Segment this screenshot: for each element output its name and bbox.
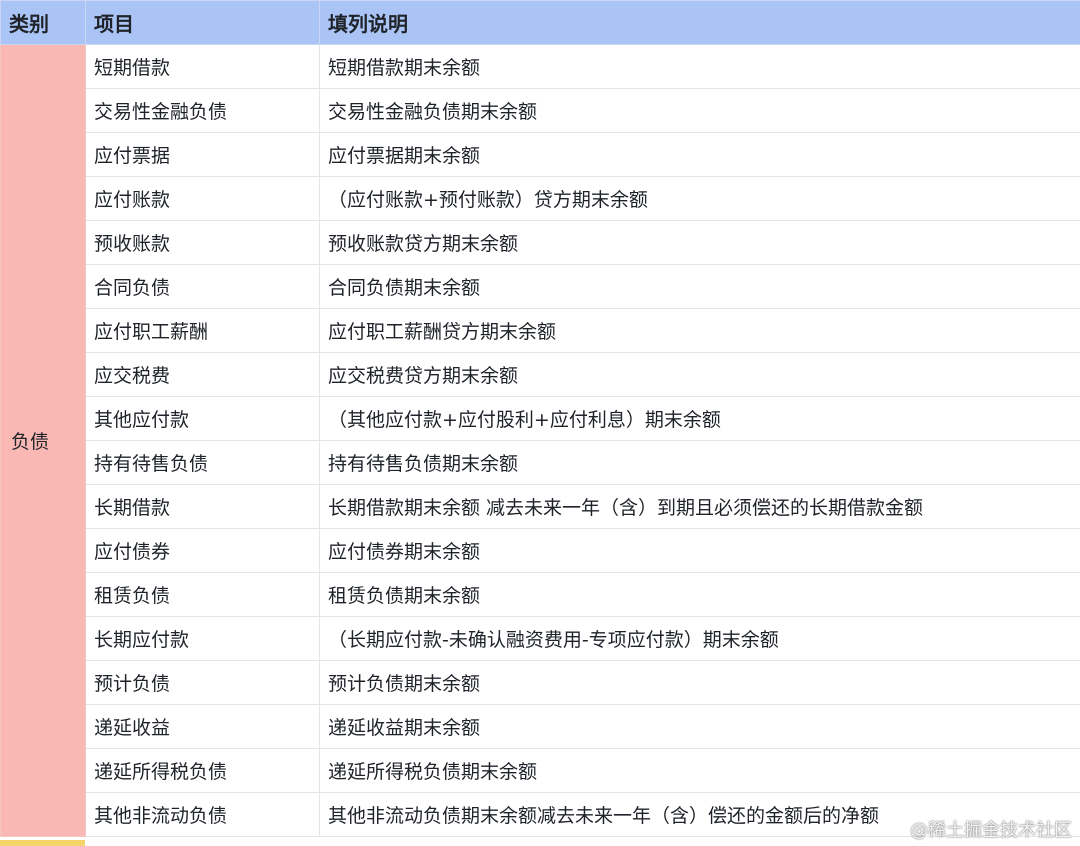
item-cell: 预计负债 — [85, 660, 320, 705]
description-cell: （长期应付款-未确认融资费用-专项应付款）期末余额 — [319, 616, 1080, 661]
item-cell: 应付票据 — [85, 132, 320, 177]
table-row: 应交税费 应交税费贷方期末余额 — [1, 352, 1080, 397]
item-cell: 应付债券 — [85, 528, 320, 573]
item-cell: 预收账款 — [85, 220, 320, 265]
header-description: 填列说明 — [319, 0, 1080, 45]
description-cell: 应交税费贷方期末余额 — [319, 352, 1080, 397]
item-cell: 其他非流动负债 — [85, 792, 320, 837]
description-cell: 租赁负债期末余额 — [319, 572, 1080, 617]
table-row: 长期应付款 （长期应付款-未确认融资费用-专项应付款）期末余额 — [1, 616, 1080, 661]
table-header-row: 类别 项目 填列说明 — [0, 0, 1080, 45]
item-cell: 应付职工薪酬 — [85, 308, 320, 353]
description-cell: 应付债券期末余额 — [319, 528, 1080, 573]
item-cell: 短期借款 — [85, 44, 320, 89]
header-category: 类别 — [0, 0, 86, 45]
item-cell: 长期应付款 — [85, 616, 320, 661]
description-cell: （应付账款+预付账款）贷方期末余额 — [319, 176, 1080, 221]
description-cell: 短期借款期末余额 — [319, 44, 1080, 89]
item-cell: 其他应付款 — [85, 396, 320, 441]
table-row: 递延收益 递延收益期末余额 — [1, 704, 1080, 749]
table-row: 递延所得税负债 递延所得税负债期末余额 — [1, 748, 1080, 793]
description-cell: 合同负债期末余额 — [319, 264, 1080, 309]
table-row: 负债 短期借款 短期借款期末余额 — [0, 44, 1080, 837]
item-cell: 持有待售负债 — [85, 440, 320, 485]
description-cell: （其他应付款+应付股利+应付利息）期末余额 — [319, 396, 1080, 441]
watermark-text: @稀土掘金技术社区 — [910, 820, 1072, 841]
table-row: 其他应付款 （其他应付款+应付股利+应付利息）期末余额 — [1, 396, 1080, 441]
item-cell: 递延收益 — [85, 704, 320, 749]
description-cell: 递延收益期末余额 — [319, 704, 1080, 749]
table-row: 应付票据 应付票据期末余额 — [1, 132, 1080, 177]
next-category-strip — [0, 840, 85, 846]
table-row: 应付职工薪酬 应付职工薪酬贷方期末余额 — [1, 308, 1080, 353]
description-cell: 长期借款期末余额 减去未来一年（含）到期且必须偿还的长期借款金额 — [319, 484, 1080, 529]
item-cell: 应付账款 — [85, 176, 320, 221]
liability-table-container: 类别 项目 填列说明 负债 短期借款 短期借款期末余额 交易性金融负债 交易性金融负债期… — [0, 0, 1080, 846]
item-cell: 递延所得税负债 — [85, 748, 320, 793]
description-cell: 应付票据期末余额 — [319, 132, 1080, 177]
item-cell: 租赁负债 — [85, 572, 320, 617]
header-item: 项目 — [85, 0, 320, 45]
table-row: 长期借款 长期借款期末余额 减去未来一年（含）到期且必须偿还的长期借款金额 — [1, 484, 1080, 529]
table-row: 预收账款 预收账款贷方期末余额 — [1, 220, 1080, 265]
table-row: 租赁负债 租赁负债期末余额 — [1, 572, 1080, 617]
table-row: 预计负债 预计负债期末余额 — [1, 660, 1080, 705]
table-row: 应付债券 应付债券期末余额 — [1, 528, 1080, 573]
item-cell: 应交税费 — [85, 352, 320, 397]
table-body: 负债 短期借款 短期借款期末余额 交易性金融负债 交易性金融负债期末余额 应付票据 应付票据… — [0, 44, 1080, 837]
table-row: 应付账款 （应付账款+预付账款）贷方期末余额 — [1, 176, 1080, 221]
table-row: 合同负债 合同负债期末余额 — [1, 264, 1080, 309]
item-cell: 长期借款 — [85, 484, 320, 529]
liability-table: 类别 项目 填列说明 负债 短期借款 短期借款期末余额 交易性金融负债 交易性金融负债期… — [0, 0, 1080, 837]
description-cell: 交易性金融负债期末余额 — [319, 88, 1080, 133]
item-cell: 合同负债 — [85, 264, 320, 309]
description-cell: 应付职工薪酬贷方期末余额 — [319, 308, 1080, 353]
description-cell: 持有待售负债期末余额 — [319, 440, 1080, 485]
description-cell: 递延所得税负债期末余额 — [319, 748, 1080, 793]
item-cell: 交易性金融负债 — [85, 88, 320, 133]
description-cell: 预收账款贷方期末余额 — [319, 220, 1080, 265]
table-row: 持有待售负债 持有待售负债期末余额 — [1, 440, 1080, 485]
description-cell: 预计负债期末余额 — [319, 660, 1080, 705]
category-cell: 负债 — [0, 44, 86, 837]
table-row: 交易性金融负债 交易性金融负债期末余额 — [1, 88, 1080, 133]
